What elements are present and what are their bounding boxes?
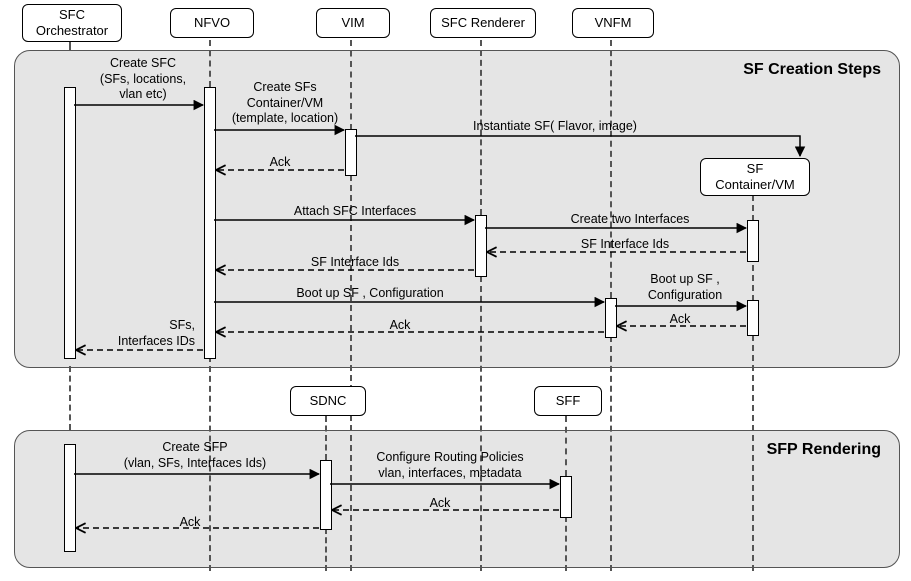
- lifeline-sff: [565, 416, 567, 476]
- label: VIM: [341, 15, 364, 31]
- msg-create-sfp: Create SFP (vlan, SFs, Interfaces Ids): [95, 440, 295, 471]
- label: SFC Orchestrator: [36, 7, 108, 40]
- msg-ack-3: Ack: [380, 318, 420, 334]
- msg-ack-4: Ack: [420, 496, 460, 512]
- lifeline-vim-2: [350, 175, 352, 571]
- msg-create-sfs-container: Create SFs Container/VM (template, locat…: [220, 80, 350, 127]
- lifeline-vnfm: [610, 40, 612, 298]
- participant-vnfm: VNFM: [572, 8, 654, 38]
- act-sdnc: [320, 460, 332, 530]
- label: VNFM: [595, 15, 632, 31]
- participant-sfc-orchestrator: SFC Orchestrator: [22, 4, 122, 42]
- msg-bootup-2: Boot up SF , Configuration: [630, 272, 740, 303]
- msg-sfs-ifids: SFs, Interfaces IDs: [85, 318, 195, 349]
- act-sfc-orch: [64, 87, 76, 359]
- participant-sff: SFF: [534, 386, 602, 416]
- participant-vim: VIM: [316, 8, 390, 38]
- lifeline-sdnc: [325, 416, 327, 460]
- act-sff: [560, 476, 572, 518]
- lifeline-sff-2: [565, 516, 567, 571]
- label: SDNC: [310, 393, 347, 409]
- act-vim: [345, 129, 357, 176]
- act-sfc-renderer: [475, 215, 487, 277]
- act-sf-2: [747, 300, 759, 336]
- participant-sfc-renderer: SFC Renderer: [430, 8, 536, 38]
- participant-sdnc: SDNC: [290, 386, 366, 416]
- act-nfvo: [204, 87, 216, 359]
- label: SFF: [556, 393, 581, 409]
- msg-sf-if-ids-ret2: SF Interface Ids: [290, 255, 420, 271]
- msg-ack-1: Ack: [255, 155, 305, 171]
- panel-title-rendering: SFP Rendering: [767, 441, 881, 459]
- label: SFC Renderer: [441, 15, 525, 31]
- msg-config-routing: Configure Routing Policies vlan, interfa…: [345, 450, 555, 481]
- lifeline-sdnc-2: [325, 528, 327, 571]
- label: SF Container/VM: [715, 161, 794, 194]
- lifeline-vim: [350, 40, 352, 130]
- msg-attach-if: Attach SFC Interfaces: [275, 204, 435, 220]
- lifeline-sfc-renderer-2: [480, 276, 482, 571]
- msg-ack-2: Ack: [660, 312, 700, 328]
- act-sf-1: [747, 220, 759, 262]
- msg-create-sfc: Create SFC (SFs, locations, vlan etc): [88, 56, 198, 103]
- lifeline-vnfm-2: [610, 336, 612, 571]
- msg-sf-if-ids-ret1: SF Interface Ids: [560, 237, 690, 253]
- msg-ack-5: Ack: [170, 515, 210, 531]
- msg-instantiate-sf: Instantiate SF( Flavor, image): [440, 119, 670, 135]
- msg-create-two-if: Create two Interfaces: [545, 212, 715, 228]
- msg-bootup: Boot up SF , Configuration: [260, 286, 480, 302]
- panel-title-creation: SF Creation Steps: [743, 61, 881, 79]
- lifeline-sfc-orchestrator-2: [69, 366, 71, 430]
- act-sfc-orch-2: [64, 444, 76, 552]
- participant-nfvo: NFVO: [170, 8, 254, 38]
- lifeline-nfvo: [209, 40, 211, 87]
- participant-sf-container: SF Container/VM: [700, 158, 810, 196]
- act-vnfm: [605, 298, 617, 338]
- label: NFVO: [194, 15, 230, 31]
